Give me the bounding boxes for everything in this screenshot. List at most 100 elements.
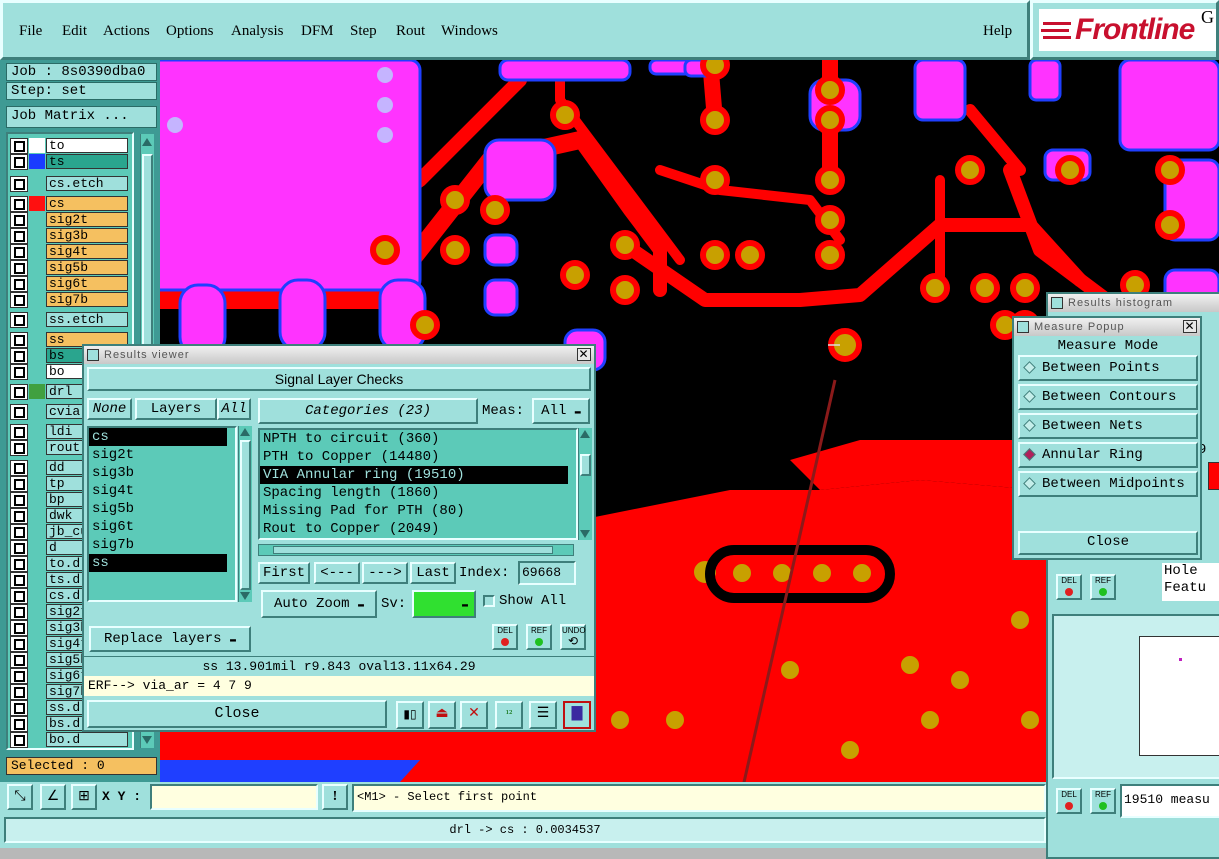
layer-name[interactable]: ss.etch — [46, 312, 128, 327]
layer-checkbox[interactable] — [10, 440, 28, 456]
layer-color-swatch[interactable] — [29, 556, 45, 571]
layer-checkbox[interactable] — [10, 292, 28, 308]
layer-row[interactable]: cs.etch — [10, 176, 130, 192]
layer-checkbox[interactable] — [10, 588, 28, 604]
menu-file[interactable]: File — [19, 23, 42, 40]
option-between-points[interactable]: Between Points — [1018, 355, 1198, 381]
menu-dfm[interactable]: DFM — [301, 23, 334, 40]
menu-edit[interactable]: Edit — [62, 23, 87, 40]
layer-checkbox[interactable] — [10, 508, 28, 524]
layer-color-swatch[interactable] — [29, 700, 45, 715]
histogram-icon[interactable]: ▇ — [563, 701, 591, 729]
layer-row[interactable]: bo.d — [10, 732, 130, 748]
number-list-icon[interactable]: ¹² — [495, 701, 523, 729]
layer-row[interactable]: sig2t — [10, 212, 130, 228]
severity-dropdown[interactable]: ▬ — [412, 590, 476, 618]
layer-checkbox[interactable] — [10, 732, 28, 748]
layer-color-swatch[interactable] — [29, 460, 45, 475]
layer-checkbox[interactable] — [10, 700, 28, 716]
layer-color-swatch[interactable] — [29, 476, 45, 491]
layer-color-swatch[interactable] — [29, 684, 45, 699]
option-between-midpoints[interactable]: Between Midpoints — [1018, 471, 1198, 497]
layer-checkbox[interactable] — [10, 620, 28, 636]
scroll-up-icon[interactable] — [240, 428, 250, 436]
layer-color-swatch[interactable] — [29, 604, 45, 619]
layer-checkbox[interactable] — [10, 276, 28, 292]
layer-checkbox[interactable] — [10, 540, 28, 556]
layer-checkbox[interactable] — [10, 154, 28, 170]
layer-checkbox[interactable] — [10, 312, 28, 328]
layer-color-swatch[interactable] — [29, 620, 45, 635]
layer-color-swatch[interactable] — [29, 276, 45, 291]
layer-checkbox[interactable] — [10, 604, 28, 620]
job-matrix-button[interactable]: Job Matrix ... — [6, 106, 157, 128]
histogram-del-button-2[interactable]: DEL — [1056, 788, 1082, 814]
layer-color-swatch[interactable] — [29, 244, 45, 259]
result-layer-item[interactable]: sig5b — [89, 500, 235, 518]
layer-name[interactable]: sig2t — [46, 212, 128, 227]
layer-color-swatch[interactable] — [29, 154, 45, 169]
layer-checkbox[interactable] — [10, 524, 28, 540]
layer-color-swatch[interactable] — [29, 138, 45, 153]
layer-color-swatch[interactable] — [29, 424, 45, 439]
layer-color-swatch[interactable] — [29, 196, 45, 211]
measure-close-button[interactable]: Close — [1018, 531, 1198, 555]
layer-checkbox[interactable] — [10, 176, 28, 192]
histogram-ref-button[interactable]: REF — [1090, 574, 1116, 600]
layer-name[interactable]: sig5b — [46, 260, 128, 275]
layer-checkbox[interactable] — [10, 476, 28, 492]
result-layer-item[interactable]: sig2t — [89, 446, 235, 464]
categories-button[interactable]: Categories (23) — [258, 398, 478, 424]
first-button[interactable]: First — [258, 562, 310, 584]
histogram-titlebar[interactable]: Results histogram — [1048, 294, 1219, 312]
category-item[interactable]: Missing Pad for PTH (80) — [260, 502, 576, 520]
check-set-header[interactable]: Signal Layer Checks — [87, 367, 591, 391]
category-hscroll[interactable] — [258, 544, 574, 556]
scroll-down-icon[interactable] — [580, 530, 590, 538]
measure-titlebar[interactable]: Measure Popup ✕ — [1014, 318, 1200, 336]
layer-name[interactable]: sig4t — [46, 244, 128, 259]
layer-checkbox[interactable] — [10, 556, 28, 572]
layer-checkbox[interactable] — [10, 348, 28, 364]
histogram-preview[interactable] — [1052, 614, 1219, 779]
layer-name[interactable]: sig6t — [46, 276, 128, 291]
result-layer-item[interactable]: ss — [89, 554, 227, 572]
category-scrollbar[interactable] — [578, 428, 592, 540]
result-layer-item[interactable]: cs — [89, 428, 227, 446]
meas-dropdown[interactable]: All ▬ — [532, 398, 590, 424]
layer-row[interactable]: ts — [10, 154, 130, 170]
layer-row[interactable]: cs — [10, 196, 130, 212]
layer-color-swatch[interactable] — [29, 212, 45, 227]
layer-color-swatch[interactable] — [29, 292, 45, 307]
category-item[interactable]: Spacing length (1860) — [260, 484, 576, 502]
result-layer-item[interactable]: sig6t — [89, 518, 235, 536]
histogram-del-button[interactable]: DEL — [1056, 574, 1082, 600]
window-menu-icon[interactable] — [1051, 297, 1063, 309]
menu-actions[interactable]: Actions — [103, 23, 150, 40]
layer-checkbox[interactable] — [10, 460, 28, 476]
layer-color-swatch[interactable] — [29, 572, 45, 587]
show-all-checkbox[interactable] — [483, 595, 495, 607]
layer-color-swatch[interactable] — [29, 716, 45, 731]
undo-button[interactable]: UNDO ⟲ — [560, 624, 586, 650]
window-menu-icon[interactable] — [1017, 321, 1029, 333]
hscroll-thumb[interactable] — [273, 546, 553, 554]
layer-color-swatch[interactable] — [29, 588, 45, 603]
layer-color-swatch[interactable] — [29, 348, 45, 363]
category-item[interactable]: VIA Annular ring (19510) — [260, 466, 568, 484]
measure-angle-icon[interactable]: ∠ — [40, 784, 66, 810]
layer-row[interactable]: sig7b — [10, 292, 130, 308]
layer-checkbox[interactable] — [10, 260, 28, 276]
zoom-fit-icon[interactable]: ⤡ — [7, 784, 33, 810]
layer-color-swatch[interactable] — [29, 668, 45, 683]
layer-checkbox[interactable] — [10, 572, 28, 588]
notes-icon[interactable]: ☰ — [529, 701, 557, 729]
menu-help[interactable]: Help — [983, 23, 1012, 40]
results-close-button[interactable]: Close — [87, 700, 387, 728]
layer-color-swatch[interactable] — [29, 312, 45, 327]
layer-checkbox[interactable] — [10, 228, 28, 244]
layer-row[interactable]: ss.etch — [10, 312, 130, 328]
results-layer-list[interactable]: cs sig2t sig3b sig4t sig5b sig6t sig7b ss — [87, 426, 237, 602]
layer-checkbox[interactable] — [10, 668, 28, 684]
layer-checkbox[interactable] — [10, 404, 28, 420]
